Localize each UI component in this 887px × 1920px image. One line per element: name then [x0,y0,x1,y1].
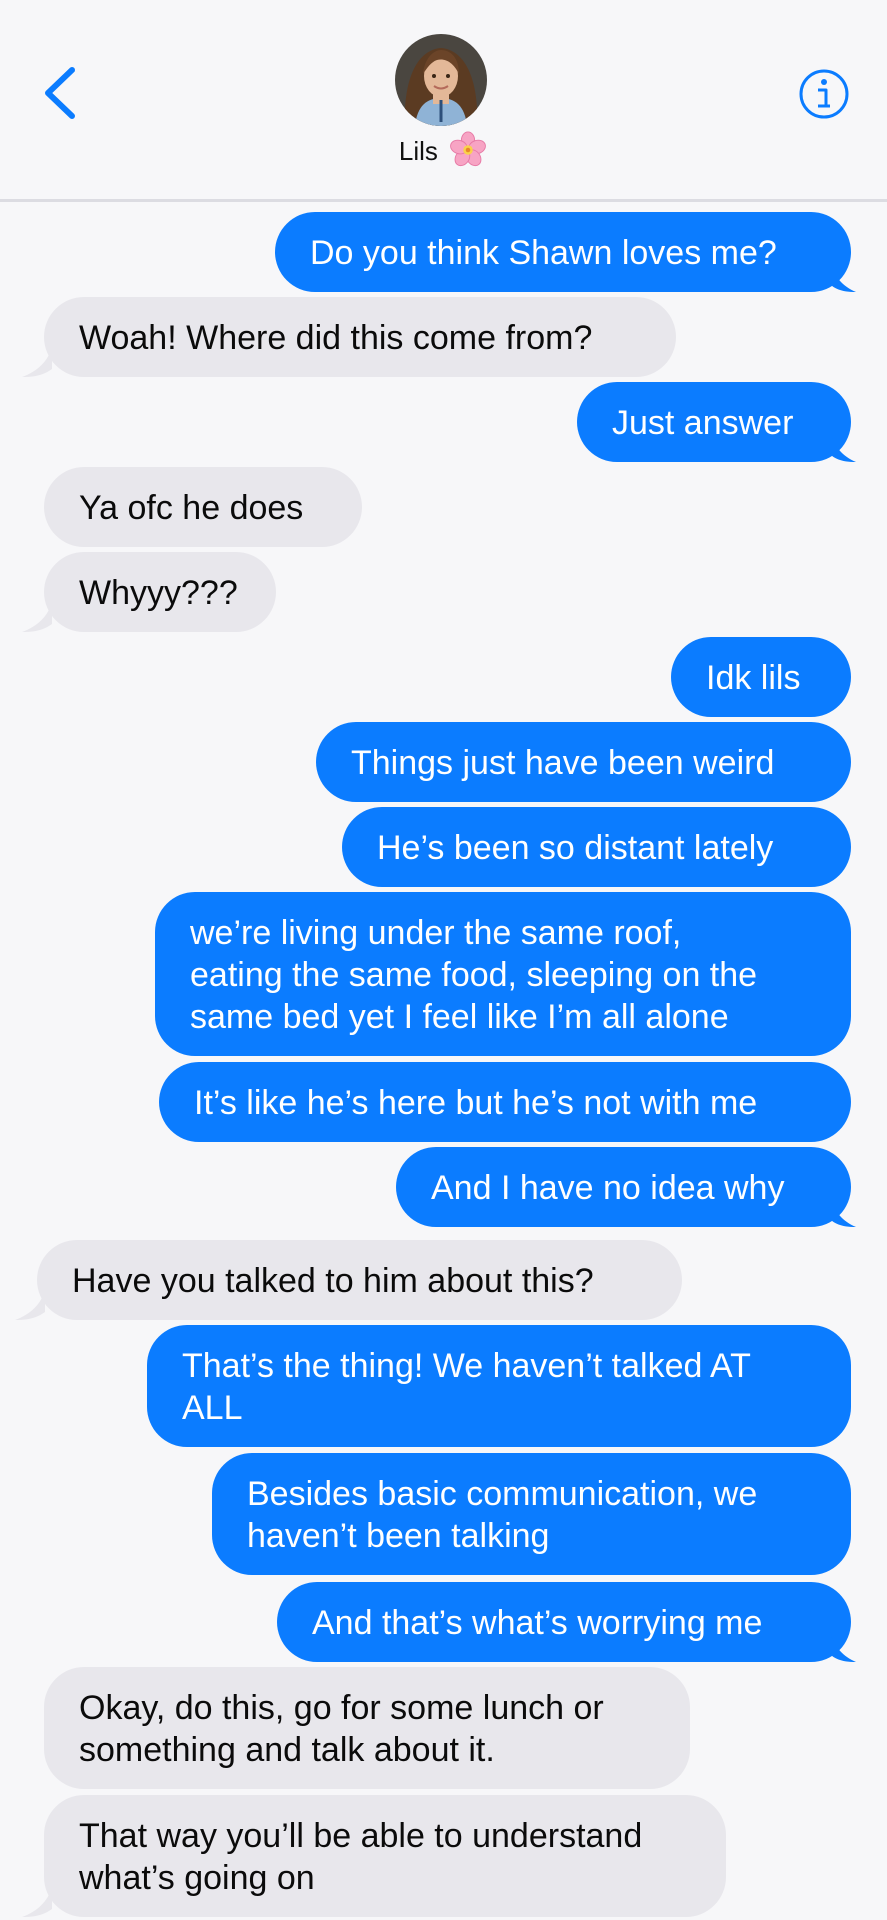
message-bubble-outgoing[interactable]: He’s been so distant lately [342,807,851,887]
bubble-tail [22,1887,52,1917]
message-bubble-incoming[interactable]: Woah! Where did this come from? [44,297,676,377]
bubble-tail [830,432,856,462]
message-bubble-outgoing[interactable]: Just answer [577,382,851,462]
message-bubble-incoming[interactable]: Whyyy??? [44,552,276,632]
avatar[interactable] [395,34,487,126]
bubble-tail [830,262,856,292]
contact-name: Lils [398,136,438,166]
message-bubble-outgoing[interactable]: And that’s what’s worrying me [277,1582,851,1662]
bubble-tail [830,1632,856,1662]
message-bubble-incoming[interactable]: Have you talked to him about this? [37,1240,682,1320]
message-bubble-outgoing[interactable]: It’s like he’s here but he’s not with me [159,1062,851,1142]
message-bubble-outgoing[interactable]: Idk lils [671,637,851,717]
message-bubble-outgoing[interactable]: we’re living under the same roof, eating… [155,892,851,1056]
message-bubble-incoming[interactable]: That way you’ll be able to understand wh… [44,1795,726,1917]
info-icon[interactable] [798,68,850,120]
bubble-tail [22,347,52,377]
chevron-left-icon[interactable] [36,62,84,124]
message-bubble-outgoing[interactable]: Do you think Shawn loves me? [275,212,851,292]
message-bubble-incoming[interactable]: Okay, do this, go for some lunch or some… [44,1667,690,1789]
message-bubble-outgoing[interactable]: Besides basic communication, we haven’t … [212,1453,851,1575]
contact-name-label[interactable]: Lils [343,131,543,169]
message-bubble-outgoing[interactable]: That’s the thing! We haven’t talked AT A… [147,1325,851,1447]
conversation-header: Lils [0,0,887,202]
message-bubble-incoming[interactable]: Ya ofc he does [44,467,362,547]
message-bubble-outgoing[interactable]: And I have no idea why [396,1147,851,1227]
cherry-blossom-icon [450,131,487,167]
bubble-tail [830,1197,856,1227]
message-bubble-outgoing[interactable]: Things just have been weird [316,722,851,802]
bubble-tail [22,602,52,632]
bubble-tail [15,1290,45,1320]
